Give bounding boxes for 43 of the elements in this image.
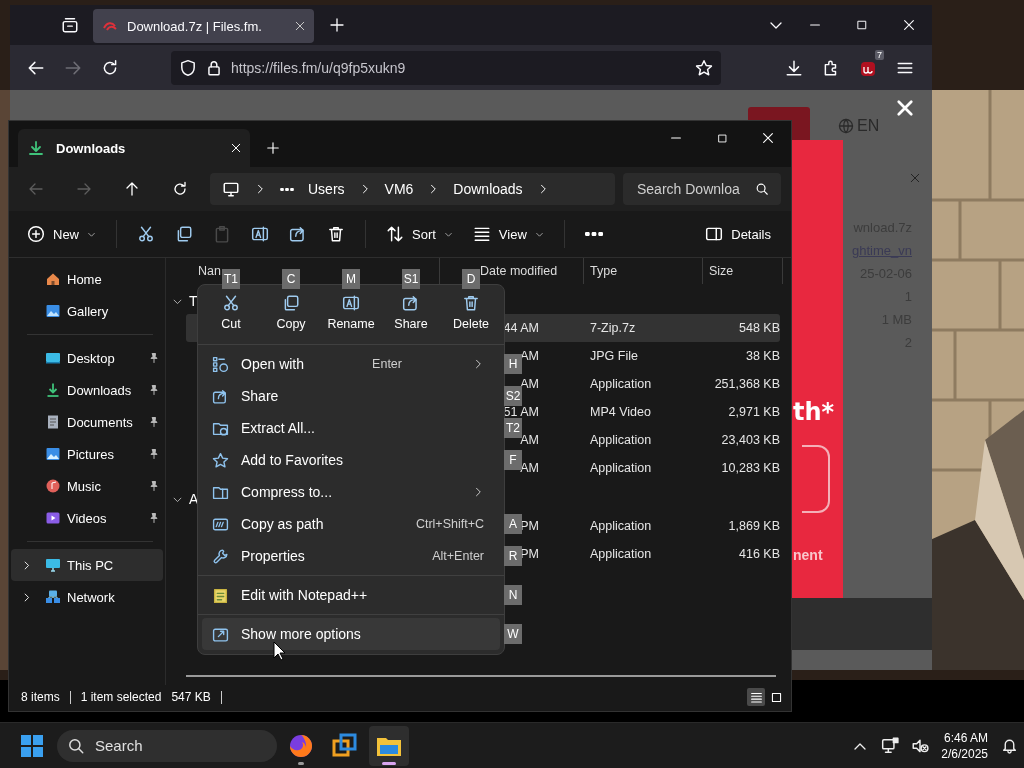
- table-cell-text: MP4 Video: [589, 405, 652, 419]
- access-key-badge: H: [504, 354, 522, 374]
- access-key-badge: C: [282, 269, 300, 289]
- table-cell-text: 251,368 KB: [713, 377, 780, 391]
- table-cell-text: JPG File: [589, 349, 639, 363]
- access-key-badge: S2: [504, 386, 522, 406]
- table-cell-text: 23,403 KB: [720, 433, 780, 447]
- table-cell-text: 1,869 KB: [727, 519, 780, 533]
- access-key-badge: W: [504, 624, 522, 644]
- table-cell-text: Application: [589, 519, 653, 533]
- table-cell-text: 38 KB: [744, 349, 780, 363]
- access-key-badge: S1: [402, 269, 420, 289]
- tab-title: Downloads: [56, 140, 126, 156]
- table-cell-text: 7-Zip.7z: [589, 321, 637, 335]
- table-cell-text: 548 KB: [738, 321, 780, 335]
- access-key-badge: T2: [504, 418, 522, 438]
- access-key-badge: T1: [222, 269, 240, 289]
- access-key-badge: D: [462, 269, 480, 289]
- shortcut-text: Enter: [372, 357, 402, 371]
- shortcut-text: Ctrl+Shift+C: [415, 517, 484, 531]
- access-key-badge: F: [504, 450, 522, 470]
- table-cell-text: 10,283 KB: [720, 461, 780, 475]
- status-text: 547 KB: [171, 690, 211, 704]
- table-cell-text: AM: [519, 433, 539, 447]
- access-key-badge: R: [504, 546, 522, 566]
- table-cell-text: Application: [589, 377, 653, 391]
- access-key-badge: M: [342, 269, 360, 289]
- status-text: 1 item selected: [80, 690, 162, 704]
- table-cell-text: 2,971 KB: [727, 405, 780, 419]
- popup-heading: th*: [793, 398, 835, 426]
- table-cell-text: 416 KB: [738, 547, 780, 561]
- shortcut-text: Alt+Enter: [432, 549, 484, 563]
- tab-title: Download.7z | Files.fm.: [127, 18, 263, 34]
- access-key-badge: A: [504, 514, 522, 534]
- table-cell: 44 AM: [503, 321, 539, 335]
- url-text: https://files.fm/u/q9fp5xukn9: [231, 59, 406, 76]
- extension-count-badge: 7: [875, 49, 884, 60]
- status-text: 8 items: [21, 690, 60, 704]
- table-cell-text: AM: [519, 461, 539, 475]
- access-key-badge: N: [504, 585, 522, 605]
- table-cell-text: Application: [589, 547, 653, 561]
- table-cell-text: Application: [589, 461, 653, 475]
- table-cell-text: Application: [589, 433, 653, 447]
